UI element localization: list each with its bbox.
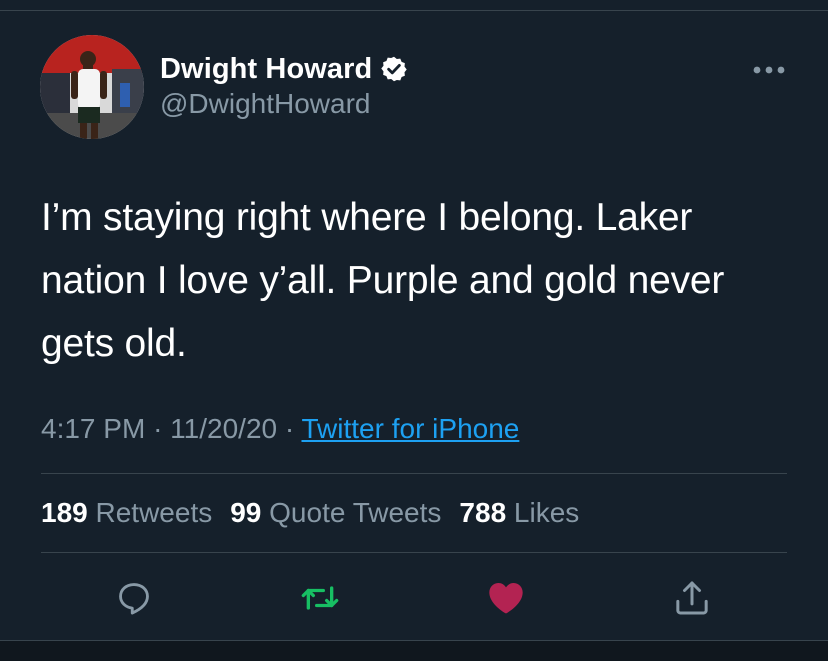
bottom-edge <box>0 641 828 661</box>
reply-button[interactable] <box>114 578 154 618</box>
tweet-text: I’m staying right where I belong. Laker … <box>41 186 801 375</box>
likes-stat[interactable]: 788 Likes <box>459 497 579 529</box>
share-icon <box>676 581 708 615</box>
avatar[interactable] <box>40 35 144 139</box>
tweet-time[interactable]: 4:17 PM <box>41 413 145 444</box>
retweets-stat[interactable]: 189 Retweets <box>41 497 212 529</box>
quote-tweets-label: Quote Tweets <box>269 497 442 528</box>
tweet-source-link[interactable]: Twitter for iPhone <box>301 413 519 444</box>
tweet-stats: 189 Retweets 99 Quote Tweets 788 Likes <box>41 497 597 529</box>
retweet-icon <box>301 586 339 610</box>
retweet-button[interactable] <box>300 578 340 618</box>
likes-count: 788 <box>459 497 514 528</box>
author-handle[interactable]: @DwightHoward <box>160 88 371 120</box>
tweet-metadata: 4:17 PM · 11/20/20 · Twitter for iPhone <box>41 413 519 445</box>
quote-tweets-count: 99 <box>230 497 270 528</box>
author-display-name[interactable]: Dwight Howard <box>160 53 372 86</box>
tweet-date[interactable]: 11/20/20 <box>170 413 277 444</box>
divider <box>41 473 787 474</box>
divider <box>41 552 787 553</box>
tweet-text-line: nation I love y’all. Purple and gold nev… <box>41 259 725 302</box>
like-button[interactable] <box>486 578 526 618</box>
meta-separator: · <box>284 413 302 444</box>
verified-badge-icon <box>380 55 408 83</box>
top-divider <box>0 10 828 11</box>
retweets-count: 189 <box>41 497 96 528</box>
tweet-text-line: gets old. <box>41 322 187 365</box>
retweets-label: Retweets <box>95 497 213 528</box>
reply-icon <box>119 583 149 615</box>
avatar-photo <box>40 35 144 139</box>
quote-tweets-stat[interactable]: 99 Quote Tweets <box>230 497 441 529</box>
meta-separator: · <box>153 413 171 444</box>
tweet-detail-view: Dwight Howard @DwightHoward I’m staying … <box>0 0 828 661</box>
heart-icon <box>489 583 523 614</box>
share-button[interactable] <box>672 578 712 618</box>
author-name-row[interactable]: Dwight Howard <box>160 50 408 88</box>
tweet-text-line: I’m staying right where I belong. Laker <box>41 196 693 239</box>
likes-label: Likes <box>513 497 580 528</box>
tweet-action-bar <box>0 578 828 618</box>
more-options-icon[interactable] <box>751 56 787 84</box>
